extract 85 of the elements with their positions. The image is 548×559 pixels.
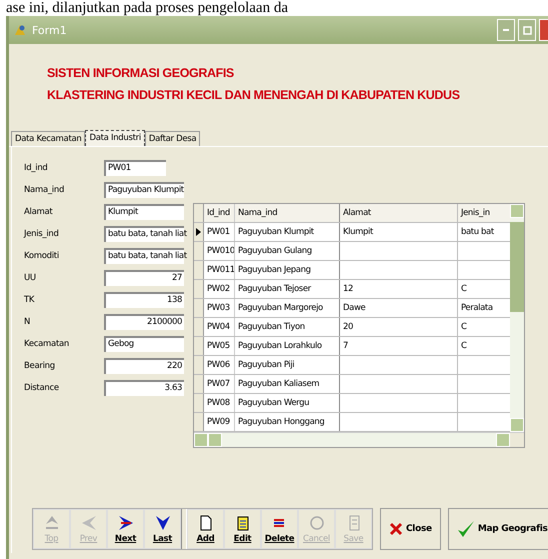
table-cell: Paguyuban Margorejo [235, 299, 340, 317]
table-cell: Dawe [340, 299, 458, 317]
table-cell: Paguyuban Tejoser [235, 280, 340, 298]
navigator-button[interactable]: Delete [261, 509, 298, 549]
table-cell: Klumpit [340, 223, 458, 241]
field-label: Distance [24, 382, 60, 392]
table-cell: Paguyuban Kaliasem [235, 375, 340, 393]
maximize-button[interactable] [518, 19, 536, 41]
nav-icon [308, 514, 326, 532]
table-cell: Paguyuban Lorahkulo [235, 337, 340, 355]
field-label: Alamat [24, 206, 54, 216]
table-cell: Paguyuban Tiyon [235, 318, 340, 336]
input-field[interactable]: 220 [104, 358, 184, 374]
column-header[interactable]: Jenis_in [458, 204, 506, 222]
table-cell-text: C [460, 340, 468, 353]
table-cell-text: Peralata [460, 302, 494, 315]
field-label: Id_ind [24, 162, 48, 172]
input-field[interactable]: PW01 [104, 160, 166, 176]
field-label: Bearing [24, 360, 56, 370]
field-label: N [24, 316, 32, 326]
field-label: Komoditi [24, 250, 60, 260]
nav-icon [80, 514, 98, 532]
table-cell: PW010 [204, 242, 235, 260]
navigator-button[interactable]: Last [144, 509, 181, 549]
heading-text: SISTEN INFORMASI GEOGRAFIS [47, 66, 235, 80]
table-cell: PW01 [204, 223, 235, 241]
input-field[interactable]: 138 [104, 292, 184, 308]
field-label: UU [24, 272, 37, 282]
table-cell: PW05 [204, 337, 235, 355]
table-cell: Paguyuban Wergu [235, 394, 340, 412]
table-cell: Paguyuban Klumpit [235, 223, 340, 241]
table-cell: PW08 [204, 394, 235, 412]
table-cell: Paguyuban Gulang [235, 242, 340, 260]
horizontal-scrollbar[interactable] [194, 432, 524, 447]
table-cell: Paguyuban Piji [235, 356, 340, 374]
navigator-button[interactable]: Next [107, 509, 144, 549]
window-title: Form1 [32, 24, 67, 36]
maximize-icon [522, 26, 532, 34]
column-header[interactable]: Nama_ind [235, 204, 340, 222]
map-button[interactable]: Map Geografis [448, 508, 548, 550]
table-cell-text: C [460, 283, 468, 296]
table-cell: 12 [340, 280, 458, 298]
column-header[interactable]: Id_ind [204, 204, 235, 222]
column-header[interactable]: Alamat [340, 204, 458, 222]
table-cell: PW06 [204, 356, 235, 374]
table-cell-text: batu bat [460, 226, 495, 239]
table-cell: PW02 [204, 280, 235, 298]
table-cell: 20 [340, 318, 458, 336]
table-cell: PW03 [204, 299, 235, 317]
table-cell: Paguyuban Honggang [235, 413, 340, 431]
navigator-button[interactable]: Edit [224, 509, 261, 549]
input-field[interactable]: Gebog [104, 336, 184, 352]
navigator-button[interactable]: Add [187, 509, 224, 549]
tab[interactable]: Daftar Desa [144, 131, 200, 146]
table-cell: 7 [340, 337, 458, 355]
close-button[interactable]: Close [380, 508, 441, 550]
input-field[interactable]: Paguyuban Klumpit [104, 182, 184, 198]
nav-icon [154, 514, 172, 532]
heading-text: KLASTERING INDUSTRI KECIL DAN MENENGAH DI KABUPATEN KUDUS [47, 88, 461, 102]
tab[interactable]: Data Kecamatan [11, 131, 86, 146]
field-label: Nama_ind [24, 184, 66, 194]
nav-icon [116, 514, 134, 532]
app-icon [13, 23, 27, 37]
input-field[interactable]: 3.63 [104, 380, 184, 396]
table-cell-text: C [460, 321, 468, 334]
table-cell: PW04 [204, 318, 235, 336]
table-cell: PW07 [204, 375, 235, 393]
table-cell: Paguyuban Jepang [235, 261, 340, 279]
close-window-button[interactable] [539, 19, 548, 41]
input-field[interactable]: 27 [104, 270, 184, 286]
input-field[interactable]: 2100000 [104, 314, 184, 330]
input-field[interactable]: Klumpit [104, 204, 184, 220]
document-text: ase ini, dilanjutkan pada proses pengelolaan da [6, 0, 289, 16]
table-cell: PW09 [204, 413, 235, 431]
field-label: Kecamatan [24, 338, 70, 348]
field-label: TK [24, 294, 36, 304]
close-icon [389, 522, 403, 536]
minimize-icon [503, 29, 509, 31]
vertical-scrollbar[interactable] [510, 204, 524, 432]
table-cell: PW011 [204, 261, 235, 279]
field-label: Jenis_ind [24, 228, 60, 238]
current-row-icon [196, 228, 201, 236]
tab[interactable]: Data Industri [85, 130, 145, 146]
row-indicator[interactable] [194, 223, 204, 241]
minimize-button[interactable] [497, 19, 515, 41]
